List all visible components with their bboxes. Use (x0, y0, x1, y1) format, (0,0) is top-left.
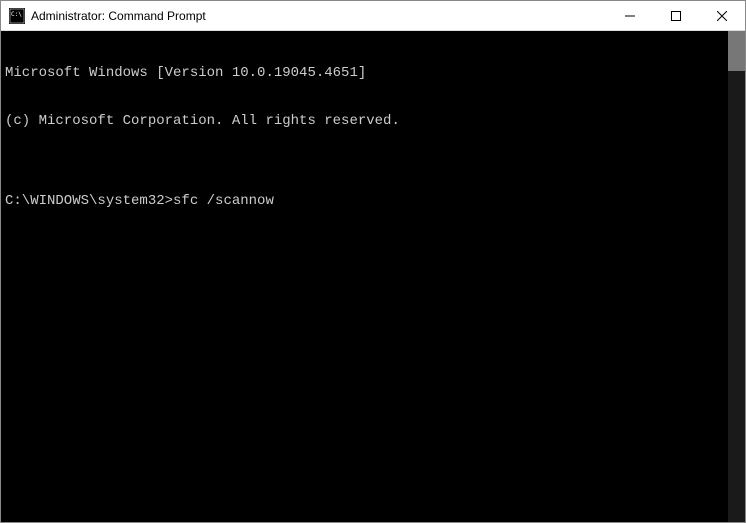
maximize-button[interactable] (653, 1, 699, 30)
window-controls (607, 1, 745, 30)
command-prompt-icon: C:\ (9, 8, 25, 24)
terminal-prompt-line: C:\WINDOWS\system32>sfc /scannow (5, 193, 724, 209)
command-prompt-window: C:\ Administrator: Command Prompt (0, 0, 746, 523)
close-button[interactable] (699, 1, 745, 30)
minimize-button[interactable] (607, 1, 653, 30)
titlebar[interactable]: C:\ Administrator: Command Prompt (1, 1, 745, 31)
svg-text:C:\: C:\ (11, 11, 22, 18)
terminal-prompt: C:\WINDOWS\system32> (5, 193, 173, 209)
window-title: Administrator: Command Prompt (31, 9, 607, 23)
terminal-command: sfc /scannow (173, 193, 274, 209)
scrollbar-thumb[interactable] (728, 31, 745, 71)
vertical-scrollbar[interactable] (728, 31, 745, 522)
terminal-line: Microsoft Windows [Version 10.0.19045.46… (5, 65, 724, 81)
terminal-output[interactable]: Microsoft Windows [Version 10.0.19045.46… (1, 31, 728, 522)
terminal-container: Microsoft Windows [Version 10.0.19045.46… (1, 31, 745, 522)
terminal-line: (c) Microsoft Corporation. All rights re… (5, 113, 724, 129)
